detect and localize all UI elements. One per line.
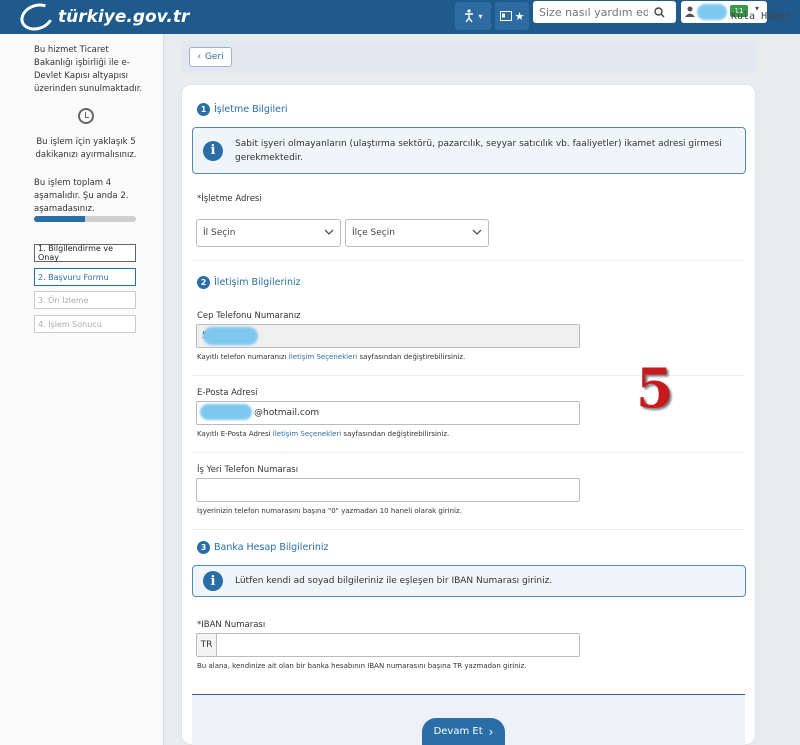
section-number: 3 xyxy=(197,541,210,554)
search-box[interactable] xyxy=(533,1,676,23)
email-hint-text: Kayıtlı E-Posta Adresi xyxy=(197,430,273,438)
ilce-select[interactable]: İlçe Seçin xyxy=(345,219,489,247)
step-4: 4. İşlem Sonucu xyxy=(34,315,136,333)
user-icon xyxy=(685,6,695,17)
chevron-right-icon: › xyxy=(488,724,494,739)
clock-icon xyxy=(78,108,94,124)
favorites-button[interactable]: ★ xyxy=(495,2,529,30)
step-1: 1. Bilgilendirme ve Onay xyxy=(34,244,136,262)
divider xyxy=(192,260,745,261)
email-value: @hotmail.com xyxy=(254,408,320,418)
email-hint-text-end: sayfasından değiştirebilirsiniz. xyxy=(341,430,450,438)
il-select[interactable]: İl Seçin xyxy=(196,219,341,247)
iban-label: *IBAN Numarası xyxy=(197,620,266,630)
info-box-iban: i Lütfen kendi ad soyad bilgileriniz ile… xyxy=(192,565,746,597)
phone-label: Cep Telefonu Numaranız xyxy=(197,311,301,321)
iban-input[interactable]: TR xyxy=(196,633,580,657)
iban-hint: Bu alana, kendinize ait olan bir banka h… xyxy=(197,662,527,670)
section-3-label: Banka Hesap Bilgileriniz xyxy=(214,542,329,553)
back-bar xyxy=(181,41,756,73)
sidebar-time-note: Bu işlem için yaklaşık 5 dakikanızı ayır… xyxy=(35,137,137,160)
phone-hint: Kayıtlı telefon numaranızı İletişim Seçe… xyxy=(197,353,465,361)
progress-bar xyxy=(34,216,136,222)
accessibility-icon xyxy=(465,9,474,23)
search-input[interactable] xyxy=(533,5,648,19)
id-card-icon xyxy=(499,11,512,21)
iban-prefix: TR xyxy=(197,634,217,656)
continue-label: Devam Et xyxy=(433,726,483,737)
section-1-title: 1 İşletme Bilgileri xyxy=(197,103,288,116)
turkiye-gov-logo[interactable]: türkiye.gov.tr xyxy=(16,0,190,36)
sidebar-steps-note: Bu işlem toplam 4 aşamalıdır. Şu anda 2.… xyxy=(34,178,129,214)
chevron-left-icon: ‹ xyxy=(197,52,201,62)
step-2: 2. Başvuru Formu xyxy=(34,268,136,286)
chevron-down-icon: ▾ xyxy=(478,11,483,21)
info-icon: i xyxy=(203,571,223,591)
redacted-phone xyxy=(203,327,258,345)
phone-hint-text-end: sayfasından değiştirebilirsiniz. xyxy=(357,353,466,361)
section-2-label: İletişim Bilgileriniz xyxy=(214,277,301,288)
info-text-iban: Lütfen kendi ad soyad bilgileriniz ile e… xyxy=(235,576,553,586)
email-field[interactable]: @hotmail.com xyxy=(196,401,580,425)
phone-hint-text: Kayıtlı telefon numaranızı xyxy=(197,353,289,361)
work-phone-label: İş Yeri Telefon Numarası xyxy=(197,465,299,475)
work-phone-hint: İşyerinizin telefon numarasını başına "0… xyxy=(197,507,462,515)
sidebar-intro: Bu hizmet Ticaret Bakanlığı işbirliği il… xyxy=(34,45,143,94)
address-label: *İşletme Adresi xyxy=(197,194,262,204)
divider xyxy=(192,452,745,453)
divider xyxy=(192,529,745,530)
logo-text: türkiye.gov.tr xyxy=(58,7,190,27)
work-phone-input[interactable] xyxy=(196,478,580,502)
email-hint: Kayıtlı E-Posta Adresi İletişim Seçenekl… xyxy=(197,430,449,438)
watermark: Kula Haber xyxy=(731,11,792,22)
section-number: 2 xyxy=(197,276,210,289)
contact-options-link[interactable]: İletişim Seçenekleri xyxy=(289,353,357,361)
ilce-select-value: İlçe Seçin xyxy=(352,228,395,238)
back-label: Geri xyxy=(204,52,224,62)
chevron-down-icon xyxy=(472,229,482,235)
redacted-email xyxy=(200,404,252,420)
star-icon: ★ xyxy=(514,9,525,23)
contact-options-link[interactable]: İletişim Seçenekleri xyxy=(273,430,341,438)
step-3: 3. Ön İzleme xyxy=(34,291,136,309)
il-select-value: İl Seçin xyxy=(203,228,236,238)
info-box-address: i Sabit işyeri olmayanların (ulaştırma s… xyxy=(192,127,746,174)
section-1-label: İşletme Bilgileri xyxy=(214,104,288,115)
chevron-down-icon xyxy=(324,229,334,235)
info-text-address: Sabit işyeri olmayanların (ulaştırma sek… xyxy=(235,138,722,163)
back-button[interactable]: ‹ Geri xyxy=(189,47,232,67)
email-label: E-Posta Adresi xyxy=(197,388,258,398)
info-icon: i xyxy=(203,140,223,161)
top-bar: türkiye.gov.tr ▾ ★ 11 ▾ xyxy=(0,0,800,36)
logo-mark-icon xyxy=(16,0,58,36)
section-number: 1 xyxy=(197,103,210,116)
continue-button[interactable]: Devam Et › xyxy=(422,718,505,745)
section-3-title: 3 Banka Hesap Bilgileriniz xyxy=(197,541,329,554)
redacted-username xyxy=(697,4,727,20)
section-2-title: 2 İletişim Bilgileriniz xyxy=(197,276,301,289)
search-icon[interactable] xyxy=(648,1,670,23)
progress-fill xyxy=(34,216,85,222)
step-number-overlay: 5 xyxy=(636,356,674,420)
accessibility-button[interactable]: ▾ xyxy=(455,2,491,30)
